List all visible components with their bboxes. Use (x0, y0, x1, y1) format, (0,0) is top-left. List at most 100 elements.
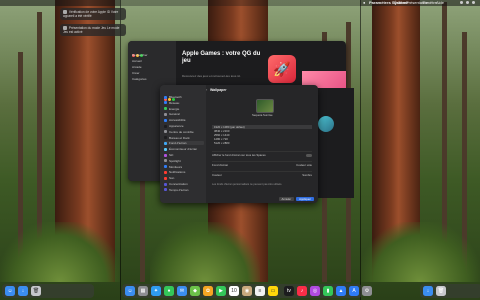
apply-button[interactable]: Appliquer (296, 197, 314, 201)
settings-sidebar-label: Bluetooth (169, 95, 182, 99)
podcasts-icon[interactable]: ◎ (310, 286, 320, 296)
settings-sidebar-item[interactable]: Économiseur d'écran (164, 147, 197, 151)
resolution-list[interactable]: 1920 x 1080 (par défaut) 3840 x 2160 256… (212, 125, 312, 145)
apple-menu-icon[interactable]: ● (363, 0, 365, 5)
settings-category-icon (164, 124, 167, 128)
calendar-icon[interactable]: 10 (229, 286, 239, 296)
settings-sidebar-item[interactable]: Spotlight (164, 159, 181, 163)
toggle-switch[interactable] (306, 153, 312, 157)
settings-category-icon (164, 170, 167, 174)
settings-sidebar-item[interactable]: Moniteurs (164, 165, 182, 169)
settings-sidebar-item[interactable]: Fond d'écran (164, 141, 204, 146)
settings-category-icon (164, 130, 167, 134)
menu-window[interactable]: Fenêtre (423, 0, 437, 5)
settings-category-icon (164, 147, 167, 151)
game-artwork[interactable] (318, 116, 334, 132)
reminders-icon[interactable]: ≡ (255, 286, 265, 296)
settings-sidebar-label: Energie (169, 106, 180, 111)
safari-icon[interactable]: ✦ (151, 286, 161, 296)
settings-category-icon (164, 95, 167, 99)
settings-sidebar-item[interactable]: Concentration (164, 182, 188, 186)
notification-banner[interactable]: Présentation du mode Jeu Le mode Jeu est… (60, 24, 126, 37)
back-arrow-icon[interactable]: ‹ (206, 87, 207, 92)
resolution-option[interactable]: 5120 x 2880 (212, 141, 312, 145)
trash-icon[interactable]: 🗑 (31, 286, 41, 296)
wifi-icon[interactable] (460, 1, 463, 4)
games-sidebar-item[interactable]: Accueil (132, 59, 142, 63)
music-icon[interactable]: ♪ (297, 286, 307, 296)
option-value[interactable]: Sombre (302, 173, 312, 177)
settings-category-icon (164, 141, 167, 145)
info-note: Les fonds d'écran personnalisés ne peuve… (212, 183, 283, 186)
settings-sidebar-label: Moniteurs (169, 164, 183, 169)
keynote-icon[interactable]: ▲ (336, 286, 346, 296)
settings-sidebar-label: Temps d'écran (169, 187, 189, 192)
games-subtitle: Découvrez des jeux et retrouvez-les tous… (182, 74, 241, 78)
games-sidebar-item[interactable]: Rechercher (132, 53, 148, 57)
settings-sidebar-item[interactable]: Siri (164, 153, 173, 157)
settings-category-icon (164, 112, 167, 116)
settings-sidebar-item[interactable]: Temps d'écran (164, 188, 188, 192)
settings-sidebar-label: Bureau et Dock (169, 135, 190, 140)
games-sidebar-item[interactable]: Créer (132, 71, 140, 75)
finder-icon[interactable]: ☺ (5, 286, 15, 296)
settings-sidebar: Bluetooth Réseau Energie Général Accessibili… (160, 85, 206, 203)
menu-help[interactable]: Aide (436, 0, 444, 5)
downloads-icon[interactable]: ↓ (423, 286, 433, 296)
option-value[interactable]: Couleur unie (296, 163, 312, 167)
appstore-icon[interactable]: A (349, 286, 359, 296)
space-divider (360, 0, 361, 300)
settings-sidebar-item[interactable]: Apparence (164, 124, 184, 128)
settings-icon[interactable]: ⚙ (362, 286, 372, 296)
foliage (360, 222, 480, 282)
settings-category-icon (164, 107, 167, 111)
launchpad-icon[interactable]: ▦ (138, 286, 148, 296)
maps-icon[interactable]: ◆ (190, 286, 200, 296)
battery-icon[interactable] (466, 1, 469, 4)
settings-sidebar-item[interactable]: Son (164, 176, 174, 180)
dock: ☺ ▦ ✦ ● ✉ ◆ ✿ ▶ 10 ◉ ≡ ▭ tv ♪ ◎ ▮ ▲ A ⚙ (122, 284, 372, 298)
tv-icon[interactable]: tv (284, 286, 294, 296)
foliage (150, 222, 260, 282)
settings-sidebar-item[interactable]: Réseau (164, 101, 179, 105)
settings-sidebar-item[interactable]: Energie (164, 107, 179, 111)
menu-edit[interactable]: Édition (394, 0, 406, 5)
games-sidebar-item[interactable]: Arcade (132, 65, 142, 69)
downloads-icon[interactable]: ↓ (18, 286, 28, 296)
settings-sidebar-item[interactable]: Notifications (164, 170, 185, 174)
finder-icon[interactable]: ☺ (125, 286, 135, 296)
settings-sidebar-item[interactable]: Bureau et Dock (164, 136, 190, 140)
control-center-icon[interactable] (472, 1, 475, 4)
settings-category-icon (164, 118, 167, 122)
menu-bar-left (0, 0, 120, 6)
notes-icon[interactable]: ▭ (268, 286, 278, 296)
settings-sidebar-item[interactable]: Centre de contrôle (164, 130, 194, 134)
menu-bar-right: ● Paramètres Système Édition Présentatio… (360, 0, 480, 6)
settings-sidebar-label: Spotlight (169, 158, 181, 163)
wallpaper-preview[interactable] (256, 99, 274, 113)
settings-sidebar-label: Réseau (169, 100, 180, 105)
facetime-icon[interactable]: ▶ (216, 286, 226, 296)
cancel-button[interactable]: Annuler (278, 197, 295, 201)
settings-sidebar-label: Concentration (169, 182, 188, 186)
option-row[interactable]: Afficher le fond d'écran sur tous les Sp… (212, 151, 312, 158)
settings-sidebar-item[interactable]: Accessibilité (164, 118, 186, 122)
option-row[interactable]: Couleur Sombre (212, 171, 312, 178)
settings-sidebar-label: Apparence (169, 124, 184, 128)
option-label: Fond d'écran (212, 163, 229, 167)
rocket-icon[interactable]: 🚀 (268, 55, 296, 83)
settings-window[interactable]: Bluetooth Réseau Energie Général Accessibili… (160, 85, 318, 203)
photos-icon[interactable]: ✿ (203, 286, 213, 296)
trash-icon[interactable]: 🗑 (436, 286, 446, 296)
settings-sidebar-item[interactable]: Bluetooth (164, 95, 182, 99)
notification-banner[interactable]: Vérification de votre Apple ID Votre app… (60, 8, 126, 21)
numbers-icon[interactable]: ▮ (323, 286, 333, 296)
contacts-icon[interactable]: ◉ (242, 286, 252, 296)
messages-icon[interactable]: ● (164, 286, 174, 296)
mail-icon[interactable]: ✉ (177, 286, 187, 296)
settings-category-icon (164, 153, 167, 157)
option-row[interactable]: Fond d'écran Couleur unie (212, 161, 312, 168)
settings-category-icon (164, 159, 167, 163)
games-sidebar-item[interactable]: Catégories (132, 77, 147, 81)
settings-sidebar-item[interactable]: Général (164, 112, 180, 116)
